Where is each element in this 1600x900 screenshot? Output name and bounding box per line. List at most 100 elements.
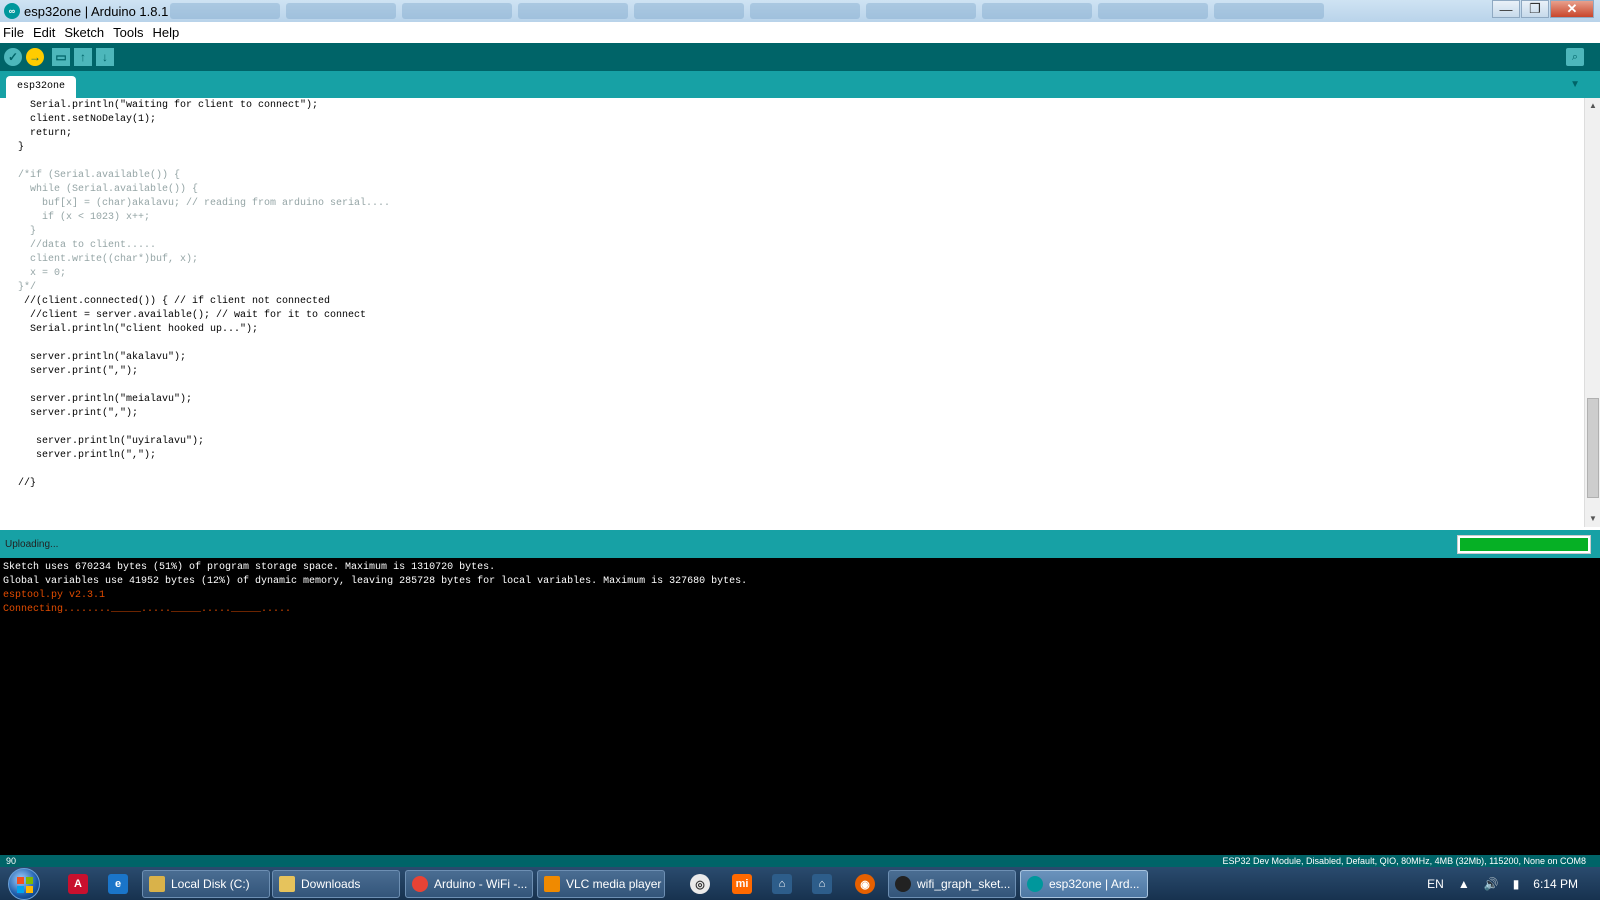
menu-file[interactable]: File — [3, 25, 24, 40]
code-line: Serial.println("waiting for client to co… — [6, 100, 319, 111]
acrobat-icon[interactable]: A — [68, 874, 88, 894]
task-wifi-graph[interactable]: wifi_graph_sket... — [888, 870, 1016, 898]
scroll-thumb[interactable] — [1587, 398, 1599, 498]
tray-expand-icon[interactable]: ▲ — [1458, 877, 1470, 891]
code-line: server.println("akalavu"); — [6, 352, 187, 363]
task-label: Local Disk (C:) — [171, 877, 250, 891]
window-title: esp32one | Arduino 1.8.1 — [24, 3, 169, 19]
code-line: server.println("uyiralavu"); — [6, 436, 205, 447]
console-line: Global variables use 41952 bytes (12%) o… — [3, 576, 748, 587]
output-console[interactable]: Sketch uses 670234 bytes (51%) of progra… — [0, 558, 1600, 855]
save-sketch-button[interactable]: ↓ — [96, 48, 114, 66]
processing-icon — [895, 876, 911, 892]
mi-icon[interactable]: mi — [732, 874, 752, 894]
firefox-icon[interactable]: ◉ — [855, 874, 875, 894]
task-local-disk[interactable]: Local Disk (C:) — [142, 870, 270, 898]
code-editor[interactable]: Serial.println("waiting for client to co… — [0, 98, 1600, 527]
network-icon[interactable]: ▮ — [1513, 877, 1520, 891]
background-taskbar-ghost — [170, 3, 1324, 19]
console-line: esptool.py v2.3.1 — [3, 590, 106, 601]
status-bar: Uploading... — [0, 530, 1600, 558]
new-sketch-button[interactable]: ▭ — [52, 48, 70, 66]
task-label: Arduino - WiFi -... — [434, 877, 528, 891]
code-line: } — [6, 226, 37, 237]
task-chrome-arduino[interactable]: Arduino - WiFi -... — [405, 870, 533, 898]
chrome-icon — [412, 876, 428, 892]
ie-icon[interactable]: e — [108, 874, 128, 894]
putty-icon[interactable]: ⌂ — [772, 874, 792, 894]
task-downloads[interactable]: Downloads — [272, 870, 400, 898]
console-line: Sketch uses 670234 bytes (51%) of progra… — [3, 562, 496, 573]
folder-icon — [279, 876, 295, 892]
putty2-icon[interactable]: ⌂ — [812, 874, 832, 894]
console-line: Connecting........_____....._____.....__… — [3, 604, 292, 615]
menu-sketch[interactable]: Sketch — [64, 25, 104, 40]
menu-tools[interactable]: Tools — [113, 25, 143, 40]
code-line: //client = server.available(); // wait f… — [6, 310, 367, 321]
upload-progress-fill — [1460, 538, 1588, 551]
line-number: 90 — [6, 856, 17, 866]
footer-status: 90 ESP32 Dev Module, Disabled, Default, … — [0, 855, 1600, 867]
code-line: } — [6, 142, 25, 153]
code-line: //} — [6, 478, 37, 489]
close-button[interactable]: ✕ — [1550, 0, 1594, 18]
open-sketch-button[interactable]: ↑ — [74, 48, 92, 66]
tab-strip: esp32one ▼ — [0, 71, 1600, 98]
console-text: Sketch uses 670234 bytes (51%) of progra… — [0, 558, 1600, 617]
menu-help[interactable]: Help — [152, 25, 179, 40]
maximize-button[interactable]: ❐ — [1521, 0, 1549, 18]
arduino-app-icon: ∞ — [4, 3, 20, 19]
language-indicator[interactable]: EN — [1427, 877, 1444, 891]
task-label: wifi_graph_sket... — [917, 877, 1011, 891]
code-line: return; — [6, 128, 73, 139]
status-text: Uploading... — [5, 539, 59, 550]
task-esp32one[interactable]: esp32one | Ard... — [1020, 870, 1148, 898]
board-info: ESP32 Dev Module, Disabled, Default, QIO… — [1222, 856, 1586, 866]
code-line: server.print(","); — [6, 408, 139, 419]
code-line: Serial.println("client hooked up..."); — [6, 324, 259, 335]
code-line: server.print(","); — [6, 366, 139, 377]
scroll-up-icon[interactable]: ▲ — [1585, 98, 1600, 114]
tab-menu-icon[interactable]: ▼ — [1570, 79, 1580, 90]
toolbar: ✓ → ▭ ↑ ↓ ⌕ — [0, 43, 1600, 71]
windows-logo-icon — [17, 877, 33, 893]
arduino-icon — [1027, 876, 1043, 892]
code-line: x = 0; — [6, 268, 67, 279]
window-controls: — ❐ ✕ — [1491, 0, 1594, 18]
system-tray: EN ▲ 🔊 ▮ 6:14 PM — [1427, 867, 1600, 900]
task-label: esp32one | Ard... — [1049, 877, 1140, 891]
vlc-icon — [544, 876, 560, 892]
media-icon[interactable]: ◎ — [690, 874, 710, 894]
upload-button[interactable]: → — [26, 48, 44, 66]
code-line: while (Serial.available()) { — [6, 184, 199, 195]
code-line: client.write((char*)buf, x); — [6, 254, 199, 265]
task-vlc[interactable]: VLC media player — [537, 870, 665, 898]
serial-monitor-button[interactable]: ⌕ — [1566, 48, 1584, 66]
code-line: //data to client..... — [6, 240, 157, 251]
scroll-down-icon[interactable]: ▼ — [1585, 511, 1600, 527]
task-label: Downloads — [301, 877, 361, 891]
drive-icon — [149, 876, 165, 892]
volume-icon[interactable]: 🔊 — [1484, 877, 1499, 891]
code-area[interactable]: Serial.println("waiting for client to co… — [6, 99, 390, 491]
task-label: VLC media player — [566, 877, 662, 891]
code-line: buf[x] = (char)akalavu; // reading from … — [6, 198, 391, 209]
code-line: server.println(","); — [6, 450, 157, 461]
code-line: if (x < 1023) x++; — [6, 212, 151, 223]
code-line: }*/ — [6, 282, 37, 293]
minimize-button[interactable]: — — [1492, 0, 1520, 18]
tab-esp32one[interactable]: esp32one — [6, 76, 77, 98]
code-line: client.setNoDelay(1); — [6, 114, 157, 125]
windows-taskbar: A e Local Disk (C:) Downloads Arduino - … — [0, 867, 1600, 900]
code-line: /*if (Serial.available()) { — [6, 170, 181, 181]
start-button[interactable] — [8, 868, 40, 900]
editor-scrollbar[interactable]: ▲ ▼ — [1584, 98, 1600, 527]
clock[interactable]: 6:14 PM — [1533, 877, 1578, 891]
menu-edit[interactable]: Edit — [33, 25, 55, 40]
verify-button[interactable]: ✓ — [4, 48, 22, 66]
